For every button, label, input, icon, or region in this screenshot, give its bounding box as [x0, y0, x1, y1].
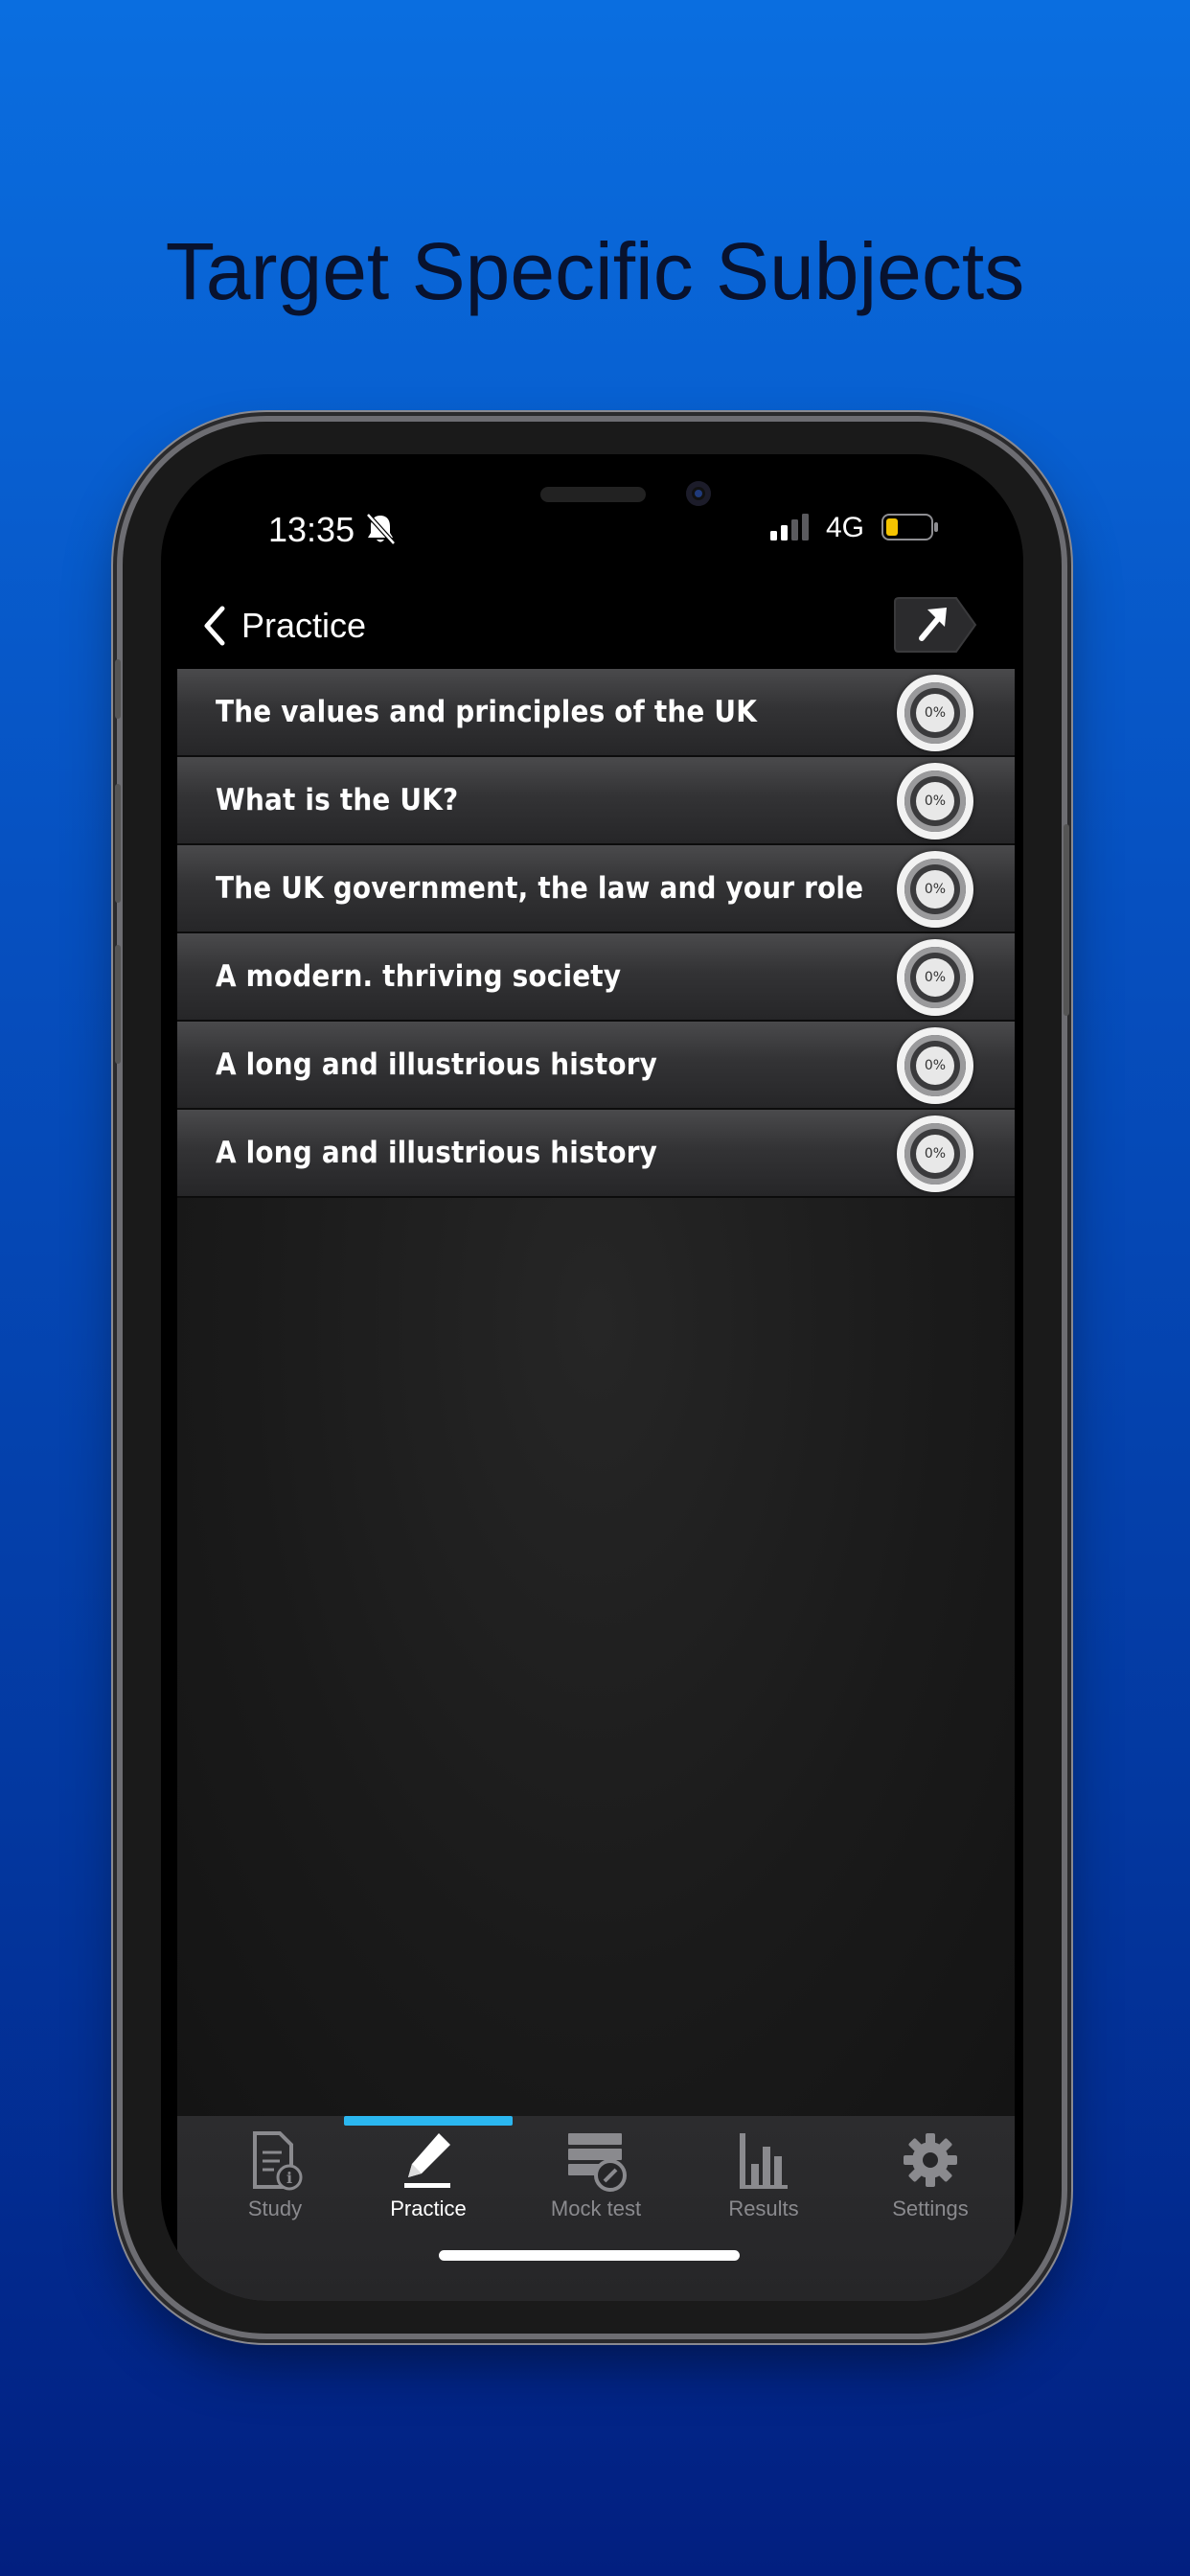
pencil-icon	[404, 2133, 450, 2188]
progress-value: 0%	[916, 1135, 954, 1173]
progress-value: 0%	[916, 1046, 954, 1085]
progress-ring: 0%	[897, 851, 973, 928]
status-time: 13:35	[268, 510, 355, 549]
topic-row[interactable]: The UK government, the law and your role…	[177, 845, 1015, 933]
cellular-signal-icon	[770, 514, 809, 540]
active-tab-indicator	[344, 2116, 513, 2126]
tab-label: Practice	[390, 2196, 467, 2220]
volume-down-button	[115, 945, 121, 1064]
topic-row[interactable]: What is the UK? 0%	[177, 757, 1015, 845]
tab-results[interactable]: Results	[697, 2129, 831, 2235]
chevron-left-icon	[204, 606, 225, 646]
bar-chart-icon	[740, 2133, 788, 2189]
tab-practice[interactable]: Practice	[361, 2129, 495, 2235]
progress-ring: 0%	[897, 1027, 973, 1104]
tab-settings[interactable]: Settings	[863, 2129, 997, 2235]
battery-low-icon	[881, 514, 938, 540]
network-type: 4G	[826, 512, 865, 543]
topic-row[interactable]: A long and illustrious history 0%	[177, 1022, 1015, 1110]
tab-label: Study	[247, 2196, 303, 2220]
study-document-icon: i	[253, 2131, 303, 2191]
topic-label: A long and illustrious history	[216, 1047, 658, 1082]
progress-value: 0%	[916, 694, 954, 732]
tab-mock-test[interactable]: Mock test	[529, 2129, 663, 2235]
svg-text:i: i	[286, 2169, 292, 2187]
topic-label: The values and principles of the UK	[216, 695, 758, 729]
navigation-bar: Practice	[161, 583, 1023, 669]
topic-row[interactable]: A modern. thriving society 0%	[177, 933, 1015, 1022]
topic-label: A long and illustrious history	[216, 1136, 658, 1170]
bell-slash-icon	[366, 513, 396, 545]
topic-list: The values and principles of the UK 0% W…	[177, 669, 1015, 2116]
progress-value: 0%	[916, 870, 954, 908]
tab-bar: i Study Practice Mock test Results Setti…	[177, 2116, 1015, 2301]
volume-up-button	[115, 784, 121, 903]
tab-label: Settings	[892, 2196, 969, 2220]
progress-value: 0%	[916, 782, 954, 820]
progress-ring: 0%	[897, 763, 973, 840]
gear-icon	[904, 2133, 957, 2187]
phone-screen: 13:35 4G Practice The values and princip…	[161, 454, 1023, 2301]
tab-label: Mock test	[550, 2196, 642, 2220]
topic-label: The UK government, the law and your role	[216, 871, 864, 906]
progress-ring: 0%	[897, 939, 973, 1016]
tab-label: Results	[728, 2196, 799, 2220]
marketing-headline: Target Specific Subjects	[165, 226, 1025, 316]
mute-switch	[115, 659, 121, 719]
share-button[interactable]	[893, 596, 977, 654]
topic-label: A modern. thriving society	[216, 959, 622, 994]
topic-label: What is the UK?	[216, 783, 459, 817]
back-label: Practice	[241, 606, 367, 645]
power-button	[1064, 824, 1069, 1016]
status-bar: 13:35 4G	[161, 454, 1023, 569]
back-button[interactable]: Practice	[201, 583, 366, 669]
tab-study[interactable]: i Study	[208, 2129, 342, 2235]
progress-ring: 0%	[897, 1116, 973, 1192]
progress-value: 0%	[916, 958, 954, 997]
mock-test-icon	[568, 2133, 627, 2192]
topic-row[interactable]: A long and illustrious history 0%	[177, 1110, 1015, 1198]
progress-ring: 0%	[897, 675, 973, 751]
home-indicator[interactable]	[439, 2250, 740, 2261]
topic-row[interactable]: The values and principles of the UK 0%	[177, 669, 1015, 757]
phone-frame: 13:35 4G Practice The values and princip…	[115, 422, 1069, 2334]
